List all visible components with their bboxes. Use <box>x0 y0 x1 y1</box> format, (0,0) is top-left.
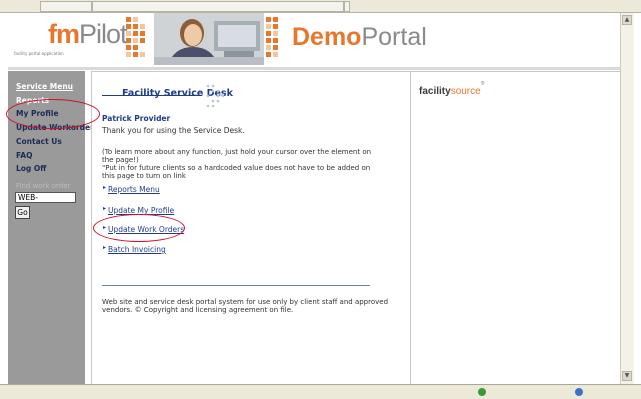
scroll-up-arrow-icon[interactable]: ▲ <box>622 15 632 25</box>
sidebar-item-service-menu[interactable]: Service Menu <box>16 82 73 91</box>
sidebar-item-faq[interactable]: FAQ <box>16 151 32 160</box>
logo-trademark: ® <box>480 81 485 87</box>
demoportal-logo: DemoPortal <box>292 23 427 52</box>
help-text-line-4: this page to turn on link <box>102 172 186 180</box>
logo-facility: facility <box>419 86 451 97</box>
logo-portal: Portal <box>361 23 427 51</box>
find-work-order-label: Find work order <box>16 182 71 190</box>
sidebar-item-log-off[interactable]: Log Off <box>16 164 46 173</box>
scroll-down-arrow-icon[interactable]: ▼ <box>622 371 632 381</box>
logo-tagline: facility portal application <box>14 51 64 56</box>
internet-zone-icon <box>478 388 486 396</box>
footer-text-line-1: Web site and service desk portal system … <box>102 298 389 306</box>
link-batch-invoicing[interactable]: Batch Invoicing <box>108 245 166 254</box>
browser-status-bar <box>0 384 641 399</box>
logo-source: source <box>450 86 481 97</box>
logo-demo: Demo <box>292 23 362 51</box>
banner-photo <box>154 13 264 65</box>
work-order-input[interactable]: WEB- <box>15 192 76 203</box>
browser-tab-segment <box>344 1 350 12</box>
title-dots-decor <box>204 82 228 108</box>
sidebar-item-contact-us[interactable]: Contact Us <box>16 137 62 146</box>
browser-tab-segment <box>92 1 344 12</box>
go-button[interactable]: Go <box>15 206 30 219</box>
help-text-line-3: "Put in for future clients so a hardcode… <box>102 164 371 172</box>
vertical-scrollbar[interactable]: ▲ ▼ <box>620 13 634 384</box>
zoom-icon <box>575 388 583 396</box>
thank-you-text: Thank you for using the Service Desk. <box>102 126 245 135</box>
help-text-line-1: (To learn more about any function, just … <box>102 148 372 156</box>
user-name: Patrick Provider <box>102 114 171 123</box>
link-reports-menu[interactable]: Reports Menu <box>108 185 160 194</box>
browser-top-strip <box>0 0 641 13</box>
triangle-bullet-icon: ▸ <box>103 205 107 212</box>
footer-rule <box>102 285 370 286</box>
highlight-ellipse-my-profile <box>6 99 100 129</box>
browser-tab-segment <box>40 1 92 12</box>
footer-text-line-2: vendors. © Copyright and licensing agree… <box>102 306 294 314</box>
triangle-bullet-icon: ▸ <box>103 244 107 251</box>
highlight-ellipse-update-work-orders <box>93 214 185 242</box>
logo-pilot: Pilot <box>79 19 128 49</box>
banner-separator <box>8 67 620 70</box>
decor-squares-right <box>266 15 288 63</box>
logo-fm: fm <box>48 19 80 49</box>
facilitysource-logo: facilitysource® <box>419 81 484 99</box>
fmpilot-logo: fmPilot <box>48 19 128 50</box>
triangle-bullet-icon: ▸ <box>103 184 107 191</box>
help-text-line-2: the page!) <box>102 156 139 164</box>
site-banner: fmPilot facility portal application Demo… <box>8 13 620 65</box>
right-panel: facilitysource® <box>410 71 621 385</box>
